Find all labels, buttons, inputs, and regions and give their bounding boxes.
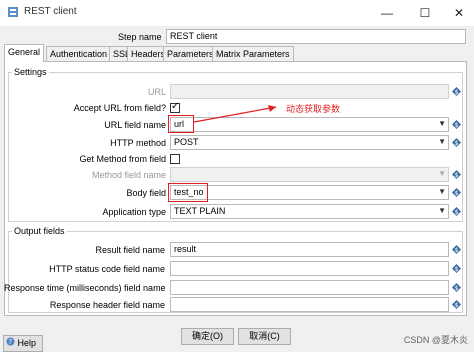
title-bar: REST client — ☐ ✕ — [0, 0, 474, 26]
tab-parameters[interactable]: Parameters — [163, 46, 218, 61]
variable-icon[interactable]: $ — [452, 138, 461, 147]
variable-icon[interactable]: $ — [452, 207, 461, 216]
close-button[interactable]: ✕ — [448, 4, 470, 22]
variable-icon[interactable]: $ — [452, 245, 461, 254]
method-field-name-combo[interactable]: ▼ — [170, 167, 449, 182]
chevron-down-icon[interactable]: ▼ — [438, 137, 446, 146]
url-label: URL — [147, 87, 166, 97]
chevron-down-icon[interactable]: ▼ — [438, 187, 446, 196]
get-method-checkbox[interactable] — [170, 154, 180, 164]
tab-matrix-parameters[interactable]: Matrix Parameters — [212, 46, 294, 61]
http-method-value: POST — [174, 137, 199, 147]
application-type-label: Application type — [102, 207, 166, 217]
annotation-text: 动态获取参数 — [286, 104, 341, 114]
annotation-arrow — [193, 105, 277, 123]
step-name-label: Step name — [118, 32, 162, 42]
accept-url-checkbox[interactable]: ✓ — [170, 101, 180, 113]
help-button[interactable]: ? Help — [3, 335, 43, 352]
url-field-name-label: URL field name — [104, 120, 166, 130]
output-fields-group-title: Output fields — [12, 226, 67, 236]
variable-icon[interactable]: $ — [452, 283, 461, 292]
response-header-input[interactable] — [170, 297, 449, 312]
body-field-label: Body field — [126, 188, 166, 198]
window-title: REST client — [24, 6, 77, 17]
http-method-combo[interactable]: POST ▼ — [170, 135, 449, 150]
application-type-combo[interactable]: TEXT PLAIN ▼ — [170, 204, 449, 219]
svg-text:$: $ — [455, 302, 459, 309]
accept-url-label: Accept URL from field? — [73, 103, 166, 113]
chevron-down-icon[interactable]: ▼ — [438, 119, 446, 128]
watermark: CSDN @夏木炎 — [403, 335, 468, 345]
dialog-window: REST client — ☐ ✕ Step name REST client … — [0, 0, 474, 352]
help-label: Help — [17, 338, 37, 348]
url-input[interactable] — [170, 84, 449, 99]
help-icon: ? — [6, 336, 15, 351]
ok-button[interactable]: 确定(O) — [181, 328, 234, 345]
rest-client-icon — [7, 6, 19, 18]
svg-text:$: $ — [455, 266, 459, 273]
svg-text:$: $ — [455, 89, 459, 96]
result-field-name-label: Result field name — [95, 245, 165, 255]
chevron-down-icon[interactable]: ▼ — [438, 169, 446, 178]
application-type-value: TEXT PLAIN — [174, 206, 226, 216]
variable-icon[interactable]: $ — [452, 300, 461, 309]
minimize-button[interactable]: — — [376, 4, 398, 22]
maximize-button[interactable]: ☐ — [414, 4, 436, 22]
url-highlight-box — [168, 115, 194, 133]
method-field-name-label: Method field name — [91, 170, 166, 180]
variable-icon[interactable]: $ — [452, 120, 461, 129]
http-method-label: HTTP method — [110, 138, 166, 148]
cancel-button[interactable]: 取消(C) — [238, 328, 291, 345]
svg-text:$: $ — [455, 172, 459, 179]
svg-text:$: $ — [455, 190, 459, 197]
http-status-code-label: HTTP status code field name — [49, 264, 165, 274]
svg-text:$: $ — [455, 140, 459, 147]
tab-authentication[interactable]: Authentication — [46, 46, 112, 61]
response-header-label: Response header field name — [49, 300, 165, 310]
checkmark-icon: ✓ — [171, 101, 180, 112]
variable-icon[interactable]: $ — [452, 170, 461, 179]
settings-group-title: Settings — [12, 67, 49, 77]
step-name-input[interactable]: REST client — [166, 29, 466, 44]
body-field-combo[interactable]: test_no ▼ — [170, 185, 449, 200]
svg-text:$: $ — [455, 285, 459, 292]
svg-text:$: $ — [455, 247, 459, 254]
variable-icon[interactable]: $ — [452, 87, 461, 96]
variable-icon[interactable]: $ — [452, 264, 461, 273]
http-status-code-input[interactable] — [170, 261, 449, 276]
tab-general[interactable]: General — [4, 44, 45, 62]
response-time-input[interactable] — [170, 280, 449, 295]
get-method-label: Get Method from field — [79, 154, 166, 164]
body-field-highlight-box — [168, 183, 208, 202]
svg-text:$: $ — [455, 122, 459, 129]
response-time-label: Response time (milliseconds) field name — [4, 283, 166, 293]
chevron-down-icon[interactable]: ▼ — [438, 206, 446, 215]
svg-text:?: ? — [8, 338, 12, 346]
result-field-name-input[interactable]: result — [170, 242, 449, 257]
svg-text:$: $ — [455, 209, 459, 216]
variable-icon[interactable]: $ — [452, 188, 461, 197]
